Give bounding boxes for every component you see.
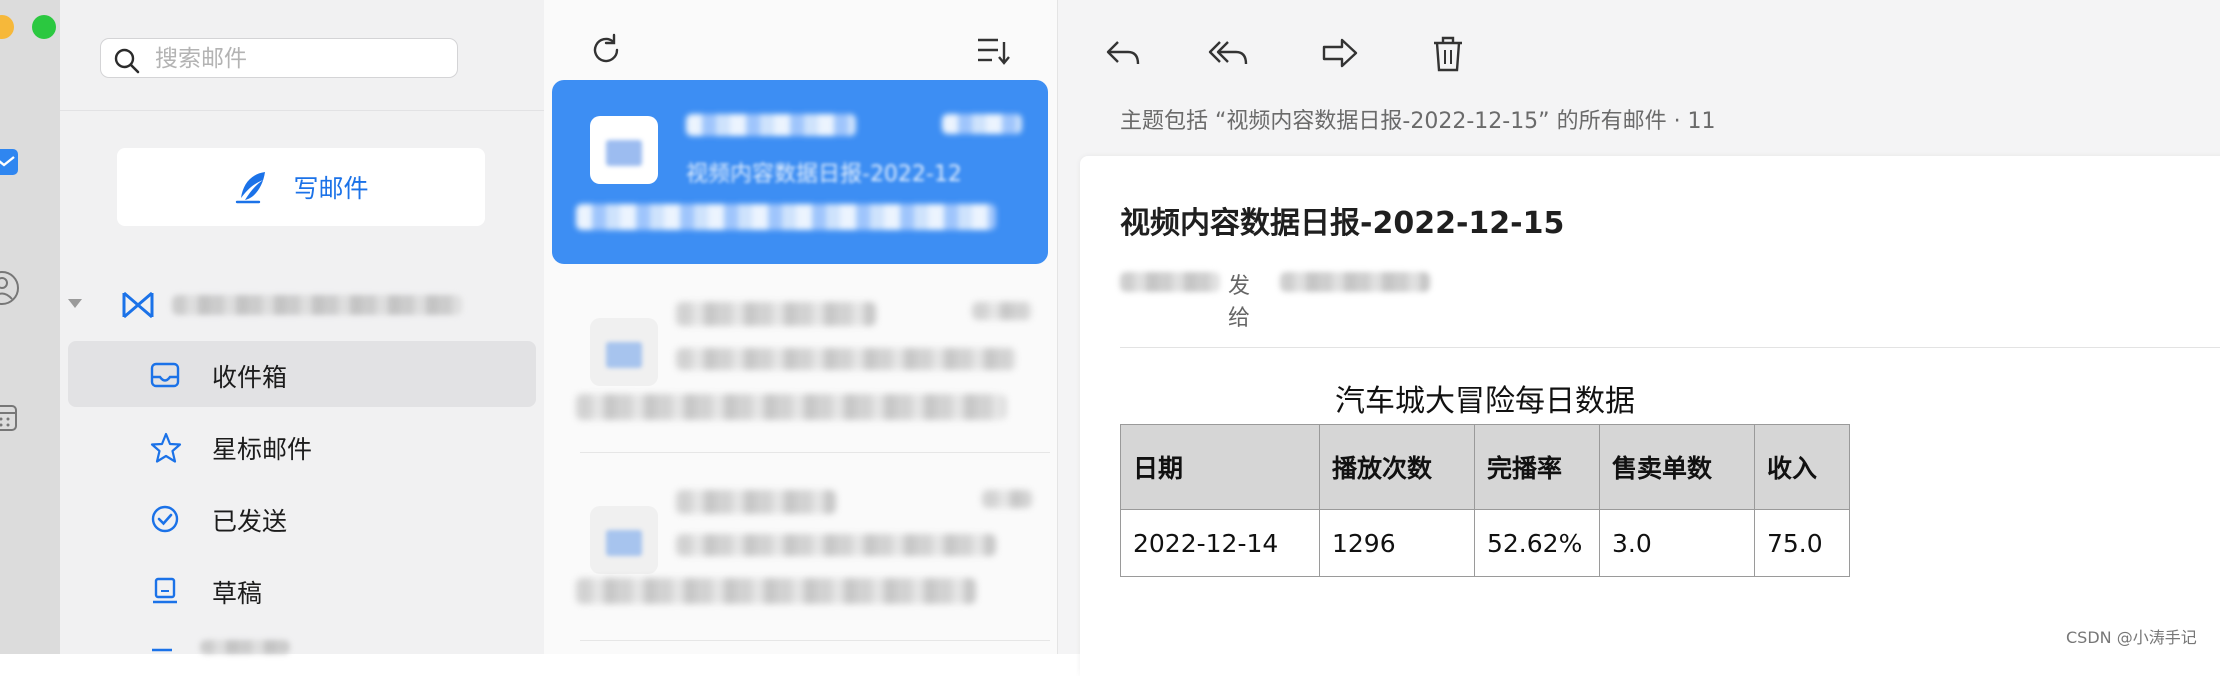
report-table-title: 汽车城大冒险每日数据 [1335, 384, 1635, 419]
thread-info: 主题包括 “视频内容数据日报-2022-12-15” 的所有邮件 · 11 [1120, 109, 1716, 134]
header-revenue: 收入 [1754, 424, 1850, 510]
recipient-redacted [1280, 272, 1430, 292]
sender-redacted [1120, 272, 1220, 292]
message-subject-redacted [676, 348, 1016, 370]
sender-name-redacted [686, 114, 856, 136]
sender-name-redacted [676, 302, 876, 326]
check-circle-icon [151, 505, 179, 533]
nav-item-starred[interactable]: 星标邮件 [68, 413, 536, 479]
message-separator [580, 640, 1050, 641]
header-completion-rate: 完播率 [1474, 424, 1600, 510]
sender-avatar [590, 116, 658, 184]
nav-item-label: 已发送 [212, 507, 288, 536]
message-date-redacted [972, 302, 1032, 320]
report-table: 日期 播放次数 完播率 售卖单数 收入 2022-12-14 1296 52.6… [1120, 424, 1850, 577]
message-item-selected[interactable]: 视频内容数据日报-2022-12 [552, 80, 1048, 264]
cell-date: 2022-12-14 [1120, 509, 1320, 577]
zoom-window-button[interactable] [32, 15, 56, 39]
search-box[interactable] [100, 38, 458, 78]
account-name-redacted [172, 295, 462, 315]
message-subject-redacted [676, 534, 996, 556]
nav-item-label: 星标邮件 [212, 435, 313, 464]
search-input[interactable] [153, 43, 447, 75]
sender-avatar [590, 506, 658, 574]
mail-divider [1120, 347, 2220, 348]
message-item[interactable] [552, 282, 1048, 466]
message-list: 视频内容数据日报-2022-12 [544, 0, 1058, 654]
message-separator [580, 452, 1050, 453]
message-item[interactable] [552, 470, 1048, 654]
feather-pen-icon [236, 172, 266, 204]
header-date: 日期 [1120, 424, 1320, 510]
message-date-redacted [982, 490, 1032, 508]
header-plays: 播放次数 [1319, 424, 1475, 510]
forward-icon[interactable] [1318, 32, 1362, 76]
exchange-account-icon [122, 291, 154, 319]
cell-plays: 1296 [1319, 509, 1475, 577]
nav-item-label: 草稿 [212, 579, 263, 608]
inbox-icon [150, 362, 180, 388]
table-header-row: 日期 播放次数 完播率 售卖单数 收入 [1120, 424, 1850, 510]
compose-button[interactable]: 写邮件 [117, 148, 485, 226]
folder-icon [152, 648, 172, 652]
nav-item-drafts[interactable]: 草稿 [68, 557, 536, 623]
header-orders: 售卖单数 [1599, 424, 1755, 510]
watermark: CSDN @小涛手记 [2066, 628, 2197, 647]
trash-icon[interactable] [1426, 32, 1470, 76]
sender-avatar [590, 318, 658, 386]
message-preview-redacted [576, 204, 996, 230]
reply-all-icon[interactable] [1206, 32, 1250, 76]
app-dock [0, 0, 60, 654]
message-preview-redacted [576, 394, 1006, 420]
nav-item-sent[interactable]: 已发送 [68, 485, 536, 551]
mail-subject-title: 视频内容数据日报-2022-12-15 [1120, 206, 1565, 241]
cell-completion-rate: 52.62% [1474, 509, 1600, 577]
draft-icon [153, 577, 177, 604]
sort-icon[interactable] [974, 32, 1010, 68]
contacts-icon[interactable] [0, 268, 28, 308]
nav-item-redacted [200, 640, 290, 654]
message-subject: 视频内容数据日报-2022-12 [686, 162, 962, 187]
cell-revenue: 75.0 [1754, 509, 1850, 577]
search-icon [114, 48, 140, 74]
refresh-icon[interactable] [588, 32, 624, 68]
message-date-redacted [942, 114, 1022, 134]
nav-item-inbox[interactable]: 收件箱 [68, 341, 536, 407]
sidebar-divider [60, 110, 544, 111]
sidebar: 写邮件 收件箱 星标邮件 已发送 [60, 0, 544, 654]
calendar-icon[interactable] [0, 398, 28, 438]
compose-button-label: 写邮件 [293, 174, 369, 203]
sender-name-redacted [676, 490, 836, 514]
message-preview-redacted [576, 578, 976, 604]
reply-icon[interactable] [1102, 32, 1146, 76]
star-icon [150, 432, 182, 463]
sent-to-label: 发给 [1228, 274, 1251, 331]
mail-app-icon[interactable] [0, 143, 28, 183]
caret-down-icon[interactable] [66, 295, 84, 313]
account-row[interactable] [60, 285, 544, 325]
table-row: 2022-12-14 1296 52.62% 3.0 75.0 [1120, 509, 1850, 577]
nav-item-label: 收件箱 [212, 363, 288, 392]
cell-orders: 3.0 [1599, 509, 1755, 577]
minimize-window-button[interactable] [0, 15, 14, 39]
